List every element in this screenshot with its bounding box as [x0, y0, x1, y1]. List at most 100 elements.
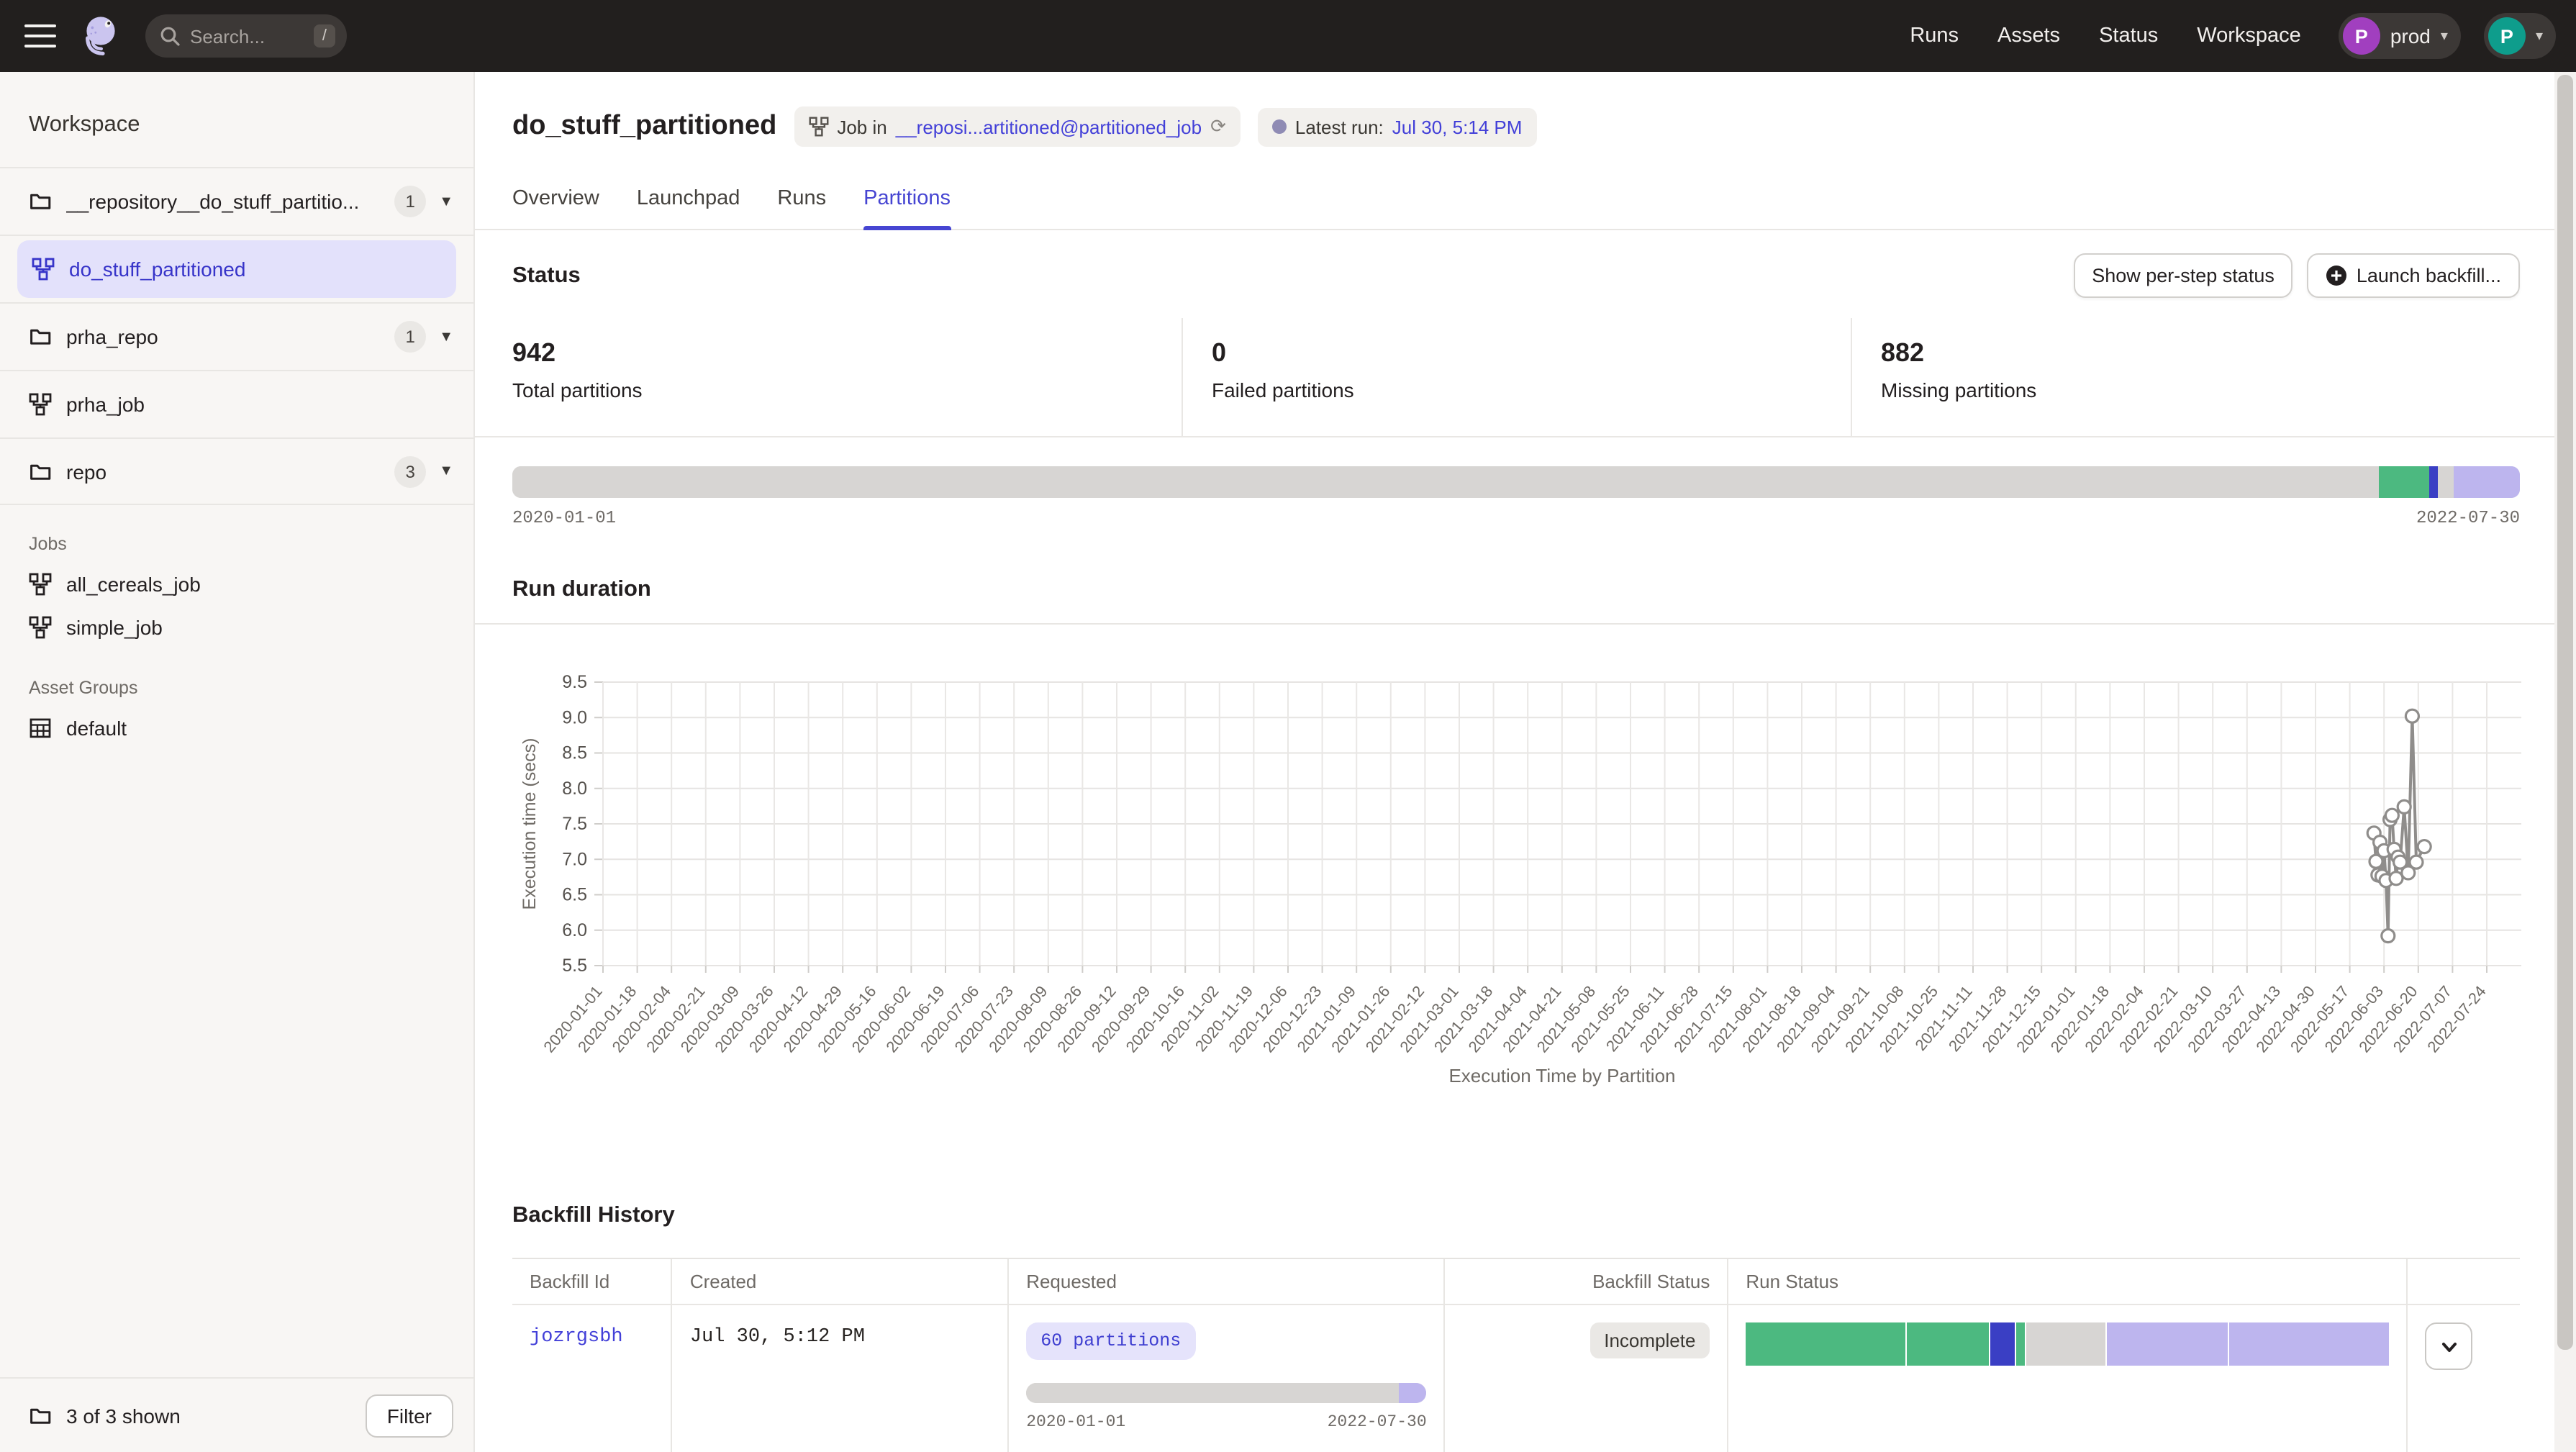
filter-button[interactable]: Filter: [366, 1394, 453, 1437]
chevron-down-icon: ▾: [2441, 28, 2448, 44]
status-heading: Status: [512, 263, 581, 289]
svg-text:6.0: 6.0: [562, 920, 587, 940]
job-origin-prefix: Job in: [837, 116, 886, 137]
topnav-link-assets[interactable]: Assets: [1997, 24, 2060, 47]
show-per-step-status-button[interactable]: Show per-step status: [2073, 253, 2293, 298]
svg-text:9.0: 9.0: [562, 707, 587, 727]
item-count-badge: 1: [394, 321, 426, 353]
partition-status-bar[interactable]: [512, 466, 2520, 498]
sidebar-item-prha_repo[interactable]: prha_repo1▼: [0, 302, 473, 370]
sidebar-job-simple_job[interactable]: simple_job: [0, 606, 473, 649]
partition-bar-segment: [512, 466, 2380, 498]
latest-run-tag: Latest run: Jul 30, 5:14 PM: [1258, 107, 1537, 146]
created-timestamp: Jul 30, 5:12 PM: [690, 1327, 865, 1348]
svg-text:7.5: 7.5: [562, 814, 587, 834]
stat-label: Total partitions: [512, 378, 1182, 401]
data-point[interactable]: [2382, 930, 2395, 943]
execution-time-chart[interactable]: 9.59.08.58.07.57.06.56.05.52020-01-01202…: [475, 625, 2554, 1122]
topnav-link-workspace[interactable]: Workspace: [2197, 24, 2301, 47]
tab-overview[interactable]: Overview: [512, 187, 599, 229]
expand-row-button[interactable]: [2426, 1322, 2473, 1370]
data-point[interactable]: [2405, 709, 2418, 722]
backfill-history-heading: Backfill History: [512, 1203, 2520, 1229]
latest-run-link[interactable]: Jul 30, 5:14 PM: [1392, 116, 1523, 137]
tab-partitions[interactable]: Partitions: [863, 187, 951, 229]
svg-text:8.0: 8.0: [562, 779, 587, 799]
scrollbar-thumb[interactable]: [2557, 75, 2573, 1350]
hamburger-menu-icon[interactable]: [24, 24, 56, 47]
column-header-backfill-id: Backfill Id: [512, 1259, 671, 1304]
divider: [475, 436, 2554, 437]
sidebar-item-label: all_cereals_job: [66, 573, 201, 596]
item-count-badge: 1: [394, 186, 426, 217]
requested-bar-segment: [1399, 1383, 1427, 1403]
data-point[interactable]: [2418, 840, 2431, 853]
chart-x-axis-caption: Execution Time by Partition: [1448, 1065, 1675, 1086]
column-header-actions: [2407, 1259, 2520, 1304]
data-point[interactable]: [2390, 872, 2403, 885]
refresh-icon[interactable]: ⟳: [1210, 115, 1226, 138]
main-content: do_stuff_partitioned Job in __reposi...a…: [475, 72, 2554, 1452]
folder-icon: [29, 190, 52, 213]
chevron-down-icon: ▾: [2536, 28, 2543, 44]
caret-down-icon[interactable]: ▼: [439, 194, 453, 209]
dagster-logo-icon[interactable]: [78, 14, 121, 58]
topnav-link-status[interactable]: Status: [2099, 24, 2158, 47]
partition-stats: 942 Total partitions0 Failed partitions8…: [512, 318, 2520, 436]
search-icon: [160, 26, 180, 46]
data-point[interactable]: [2410, 856, 2423, 868]
sidebar-asset-group-default[interactable]: default: [0, 707, 473, 750]
run-status-segment: [1746, 1322, 1905, 1366]
tab-runs[interactable]: Runs: [777, 187, 826, 229]
data-point[interactable]: [2385, 809, 2398, 822]
range-end: 2022-07-30: [1328, 1413, 1427, 1432]
cell-actions: [2407, 1305, 2520, 1452]
search-placeholder: Search...: [190, 25, 314, 47]
partition-range-end: 2022-07-30: [2416, 508, 2520, 528]
topnav-link-runs[interactable]: Runs: [1910, 24, 1959, 47]
chevron-down-icon: [2439, 1336, 2459, 1356]
tab-launchpad[interactable]: Launchpad: [637, 187, 740, 229]
sidebar-item-prha_job[interactable]: prha_job: [0, 370, 473, 437]
job-icon: [808, 117, 828, 137]
asset-group-list: default: [0, 707, 473, 750]
table-header-row: Backfill IdCreatedRequestedBackfill Stat…: [512, 1259, 2520, 1305]
sidebar-item-repo[interactable]: repo3▼: [0, 437, 473, 505]
job-icon: [29, 616, 52, 639]
deployment-switcher[interactable]: P prod ▾: [2339, 13, 2461, 59]
caret-down-icon[interactable]: ▼: [439, 329, 453, 345]
run-status-segment: [1908, 1322, 1989, 1366]
stat-value: 0: [1212, 338, 1851, 368]
launch-backfill-button[interactable]: Launch backfill...: [2308, 253, 2520, 298]
cell-backfill-status: Incomplete: [1444, 1305, 1728, 1452]
deployment-avatar: P: [2343, 17, 2380, 55]
job-icon: [32, 258, 55, 281]
latest-run-label: Latest run:: [1295, 116, 1384, 137]
vertical-scrollbar[interactable]: [2554, 72, 2576, 1452]
cell-requested: 60 partitions2020-01-012022-07-30: [1007, 1305, 1443, 1452]
user-menu[interactable]: P ▾: [2484, 13, 2556, 59]
plus-circle-icon: [2326, 265, 2348, 286]
folder-icon: [29, 325, 52, 348]
data-point[interactable]: [2398, 800, 2411, 813]
backfill-id-link[interactable]: jozrgsbh: [530, 1327, 623, 1348]
run-status-bar[interactable]: [1746, 1322, 2389, 1366]
search-input[interactable]: Search... /: [145, 14, 347, 58]
sidebar-item-label: simple_job: [66, 616, 163, 639]
requested-partitions-pill[interactable]: 60 partitions: [1026, 1322, 1195, 1360]
column-header-requested: Requested: [1007, 1259, 1443, 1304]
caret-down-icon[interactable]: ▼: [439, 463, 453, 479]
requested-bar-segment: [1026, 1383, 1398, 1403]
sidebar-item-__repository__do_stuff_partitio[interactable]: __repository__do_stuff_partitio...1▼: [0, 167, 473, 235]
stat-value: 882: [1881, 338, 2520, 368]
job-origin-link[interactable]: __reposi...artitioned@partitioned_job: [896, 116, 1202, 137]
folder-icon: [29, 460, 52, 483]
partition-bar-segment: [2439, 466, 2454, 498]
sidebar-item-do_stuff_partitioned[interactable]: do_stuff_partitioned: [17, 240, 456, 298]
partition-range-start: 2020-01-01: [512, 508, 616, 528]
backfill-table-row: jozrgsbh Jul 30, 5:12 PM 60 partitions2020…: [512, 1305, 2520, 1452]
run-status-segment: [2229, 1322, 2389, 1366]
job-origin-tag: Job in __reposi...artitioned@partitioned…: [794, 106, 1241, 147]
page-title: do_stuff_partitioned: [512, 111, 776, 142]
sidebar-job-all_cereals_job[interactable]: all_cereals_job: [0, 563, 473, 606]
